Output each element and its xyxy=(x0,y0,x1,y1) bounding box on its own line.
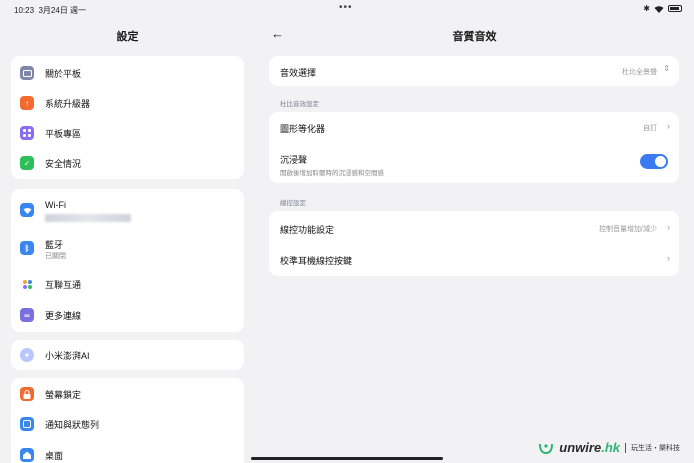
ai-sparkle-icon: ✦ xyxy=(20,348,34,362)
section-header-wire-control: 線控設定 xyxy=(280,200,306,207)
wifi-status-icon xyxy=(654,5,664,13)
sidebar-item-security[interactable]: ✓ 安全情況 xyxy=(11,148,244,178)
sidebar-item-lock-screen[interactable]: 螢幕鎖定 xyxy=(11,379,244,409)
sidebar-item-label: 安全情況 xyxy=(45,158,82,169)
sound-settings-pane: ← 音質音效 音效選擇 杜比全景聲 ⇕ 杜比音效設定 圖形等化器 自訂 › 沉浸… xyxy=(255,18,694,463)
unwire-logo-icon xyxy=(539,443,554,454)
sidebar-item-more-connections[interactable]: ∞ 更多連線 xyxy=(11,300,244,330)
sidebar-item-tablet-zone[interactable]: 平板專區 xyxy=(11,118,244,148)
sidebar-item-label: 通知與狀態列 xyxy=(45,419,100,430)
chevron-right-icon: › xyxy=(667,121,670,131)
shield-check-icon: ✓ xyxy=(20,156,34,170)
settings-group-connectivity: Wi-Fi ᛒ 藍牙 已關閉 互聯互通 ∞ 更多連線 xyxy=(11,189,244,332)
calibrate-buttons-row[interactable]: 校準耳機線控按鍵 › xyxy=(269,244,679,274)
sidebar-item-sublabel: 已關閉 xyxy=(45,253,66,260)
link-icon: ∞ xyxy=(20,308,34,322)
tablet-icon xyxy=(20,66,34,80)
immersive-toggle[interactable] xyxy=(640,154,668,169)
page-title: 設定 xyxy=(116,31,139,43)
status-time-date: 10:23 3月24日 週一 xyxy=(14,6,87,15)
settings-group-ai: ✦ 小米澎湃AI xyxy=(11,340,244,370)
battery-icon xyxy=(668,5,682,12)
sidebar-item-notifications[interactable]: 通知與狀態列 xyxy=(11,409,244,439)
equalizer-value: 自訂 xyxy=(643,125,657,132)
calibrate-label: 校準耳機線控按鍵 xyxy=(280,256,353,266)
sidebar-item-about-tablet[interactable]: 關於平板 xyxy=(11,58,244,88)
chevron-right-icon: › xyxy=(667,222,670,232)
page-title: 音質音效 xyxy=(452,31,497,43)
immersive-sound-row: 沉浸聲 開啟後增加聆聽時的沉浸感和空間感 xyxy=(269,144,679,180)
sidebar-item-interconnect[interactable]: 互聯互通 xyxy=(11,269,244,299)
bluetooth-icon: ᛒ xyxy=(20,241,34,255)
immersive-description: 開啟後增加聆聽時的沉浸感和空間感 xyxy=(280,170,384,177)
up-down-chevron-icon: ⇕ xyxy=(663,64,670,73)
bluetooth-status-icon: ✱ xyxy=(643,4,650,13)
sound-effect-label: 音效選擇 xyxy=(280,68,317,78)
watermark-divider xyxy=(625,442,626,453)
sidebar-item-label: 關於平板 xyxy=(45,68,82,79)
settings-sidebar: 設定 關於平板 ↑ 系統升級器 平板專區 ✓ 安全情況 Wi-Fi ᛒ 藍牙 已 xyxy=(0,18,255,463)
sidebar-item-system-update[interactable]: ↑ 系統升級器 xyxy=(11,88,244,118)
equalizer-row[interactable]: 圖形等化器 自訂 › xyxy=(269,112,679,142)
wire-function-label: 線控功能設定 xyxy=(280,225,335,235)
sidebar-item-label: 螢幕鎖定 xyxy=(45,389,82,400)
multitask-dots[interactable]: ••• xyxy=(339,2,353,13)
interconnect-icon xyxy=(20,277,34,291)
wire-function-value: 控制音量增加/減少 xyxy=(599,226,657,233)
immersive-label: 沉浸聲 xyxy=(280,155,308,165)
sidebar-item-bluetooth[interactable]: ᛒ 藍牙 已關閉 xyxy=(11,231,244,265)
sidebar-item-home-screen[interactable]: 桌面 xyxy=(11,440,244,463)
status-bar: 10:23 3月24日 週一 ••• ✱ xyxy=(0,0,694,18)
chevron-right-icon: › xyxy=(667,253,670,263)
upgrade-arrow-icon: ↑ xyxy=(20,96,34,110)
sidebar-item-label: 藍牙 xyxy=(45,240,64,250)
home-icon xyxy=(20,448,34,462)
sidebar-item-label: Wi-Fi xyxy=(45,200,66,210)
watermark: unwire.hk 玩生活・樂科技 xyxy=(538,440,680,455)
wifi-icon xyxy=(20,203,34,217)
settings-group-display: 螢幕鎖定 通知與狀態列 桌面 xyxy=(11,378,244,463)
dolby-settings-card: 圖形等化器 自訂 › 沉浸聲 開啟後增加聆聽時的沉浸感和空間感 xyxy=(269,112,679,183)
wifi-network-name-blurred xyxy=(45,214,131,222)
sidebar-item-label: 更多連線 xyxy=(45,310,82,321)
equalizer-label: 圖形等化器 xyxy=(280,124,326,134)
lock-icon xyxy=(20,387,34,401)
sidebar-item-label: 桌面 xyxy=(45,450,64,461)
sidebar-item-wifi[interactable]: Wi-Fi xyxy=(11,192,244,226)
watermark-tagline: 玩生活・樂科技 xyxy=(631,444,680,452)
grid-icon xyxy=(20,126,34,140)
sound-effect-value: 杜比全景聲 xyxy=(622,69,657,76)
home-indicator[interactable] xyxy=(251,457,443,460)
wire-function-row[interactable]: 線控功能設定 控制音量增加/減少 › xyxy=(269,213,679,243)
sound-effect-select-row[interactable]: 音效選擇 杜比全景聲 ⇕ xyxy=(269,56,679,86)
watermark-logo-text: unwire.hk xyxy=(559,440,620,455)
section-header-dolby: 杜比音效設定 xyxy=(280,101,319,108)
wire-control-card: 線控功能設定 控制音量增加/減少 › 校準耳機線控按鍵 › xyxy=(269,211,679,276)
status-icons: ✱ xyxy=(643,4,682,13)
sidebar-item-label: 小米澎湃AI xyxy=(45,350,90,361)
sidebar-item-hyperai[interactable]: ✦ 小米澎湃AI xyxy=(11,340,244,370)
sidebar-item-label: 互聯互通 xyxy=(45,279,82,290)
sidebar-item-label: 系統升級器 xyxy=(45,98,91,109)
sidebar-item-label: 平板專區 xyxy=(45,128,82,139)
notification-icon xyxy=(20,417,34,431)
settings-group-device: 關於平板 ↑ 系統升級器 平板專區 ✓ 安全情況 xyxy=(11,56,244,179)
